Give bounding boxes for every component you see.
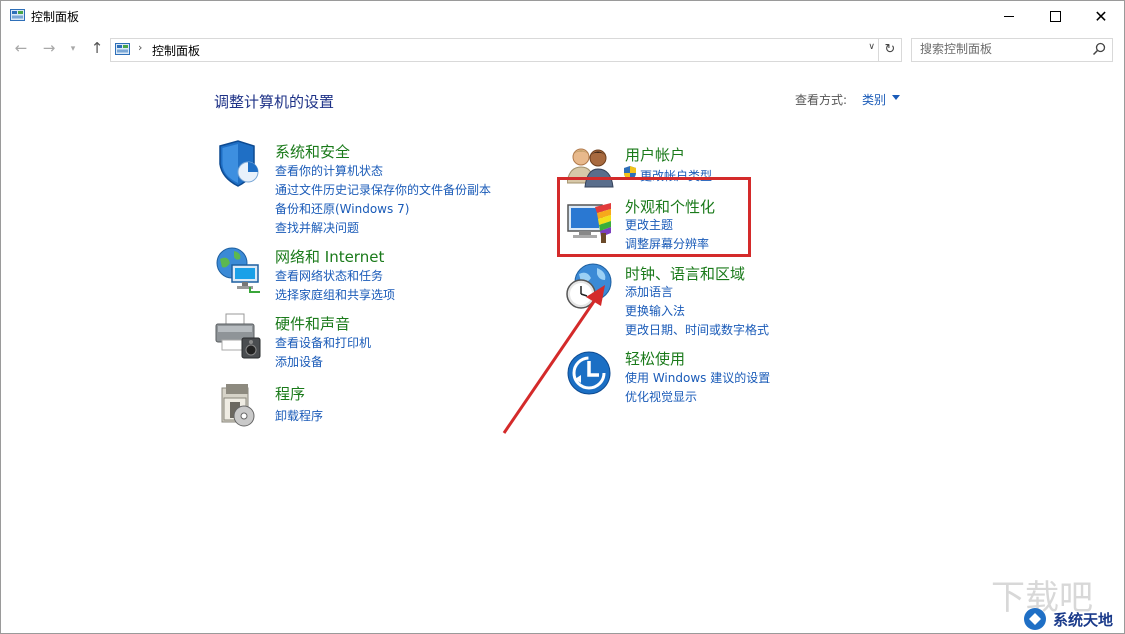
annotation-arrow-icon	[502, 285, 605, 434]
watermark-brand-text: 系统天地	[1053, 611, 1114, 629]
control-panel-window: 控制面板 ✕ ← → ▾ ↑ › 控制面板 ∨ ↻ 搜索控制面板 调整计算机的设…	[0, 0, 1125, 634]
